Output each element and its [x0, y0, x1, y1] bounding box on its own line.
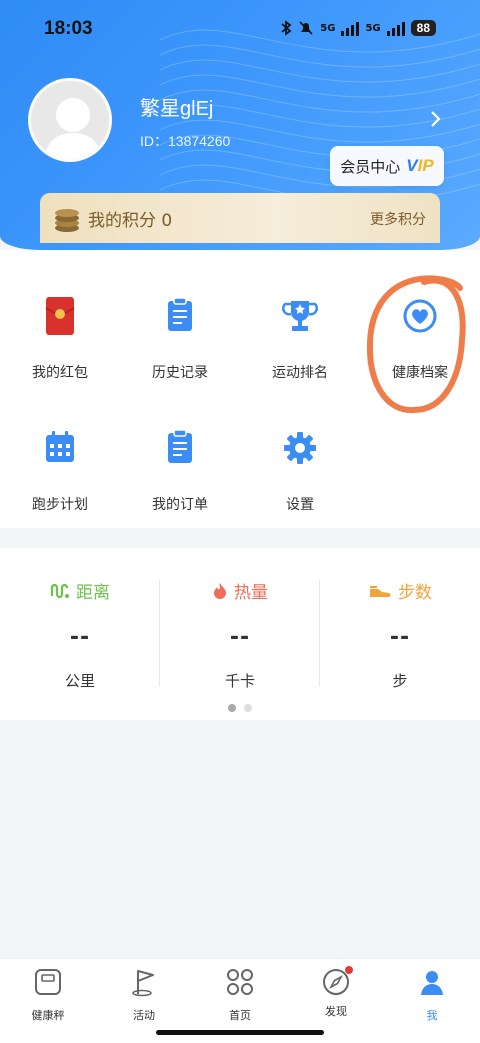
page-dot-active[interactable] — [228, 704, 236, 712]
battery-icon: 88 — [410, 20, 436, 36]
grid-item-ranking[interactable]: 运动排名 — [240, 296, 360, 382]
grid-item-label: 跑步计划 — [32, 497, 88, 513]
stat-title: 距离 — [76, 583, 110, 603]
tab-home[interactable]: 首页 — [192, 967, 288, 1023]
stats-card: 距离 -- 公里 热量 -- 千卡 步数 -- 步 — [0, 548, 480, 720]
grid-item-history[interactable]: 历史记录 — [120, 296, 240, 382]
notification-dot — [345, 966, 353, 974]
grid-item-label: 设置 — [286, 497, 314, 513]
trophy-icon — [282, 301, 318, 331]
username: 繁星glEj — [140, 98, 214, 120]
vip-badge: VIP — [406, 156, 433, 176]
chevron-right-icon[interactable] — [428, 109, 444, 129]
bluetooth-icon — [281, 20, 292, 36]
compass-icon-wrap — [321, 966, 353, 997]
grid-item-label: 我的订单 — [152, 497, 208, 513]
vip-center-button[interactable]: 会员中心 VIP — [330, 146, 444, 186]
stat-value: -- — [229, 625, 251, 650]
mute-bell-icon — [299, 21, 313, 35]
grid-item-settings[interactable]: 设置 — [240, 428, 360, 514]
user-id: ID：13874260 — [140, 133, 231, 149]
more-points-link[interactable]: 更多积分 — [370, 209, 426, 229]
profile-header: 18:03 5G 5G 88 繁星glEj ID：13874260 会员中心 V… — [0, 0, 480, 250]
stat-head: 步数 — [320, 578, 480, 603]
avatar[interactable] — [28, 78, 112, 162]
grid-item-label: 历史记录 — [152, 365, 208, 381]
vip-center-label: 会员中心 — [340, 157, 401, 176]
signal-5g-label-2: 5G — [365, 22, 381, 34]
stat-head: 距离 — [0, 578, 160, 603]
tab-activity[interactable]: 活动 — [96, 967, 192, 1023]
flag-icon — [132, 970, 154, 997]
tab-me[interactable]: 我 — [384, 967, 480, 1023]
route-icon — [50, 583, 69, 598]
status-icons: 5G 5G 88 — [280, 20, 436, 36]
stat-calories: 热量 -- 千卡 — [160, 578, 320, 691]
status-time: 18:03 — [44, 18, 93, 39]
signal-bars-2-icon — [386, 20, 405, 36]
points-label: 我的积分 0 — [88, 211, 173, 231]
stat-head: 热量 — [160, 578, 320, 603]
page-dot[interactable] — [244, 704, 252, 712]
page-indicator — [0, 704, 480, 712]
stat-title: 热量 — [234, 583, 268, 603]
red-envelope-icon — [45, 297, 75, 335]
grid-item-red-envelope[interactable]: 我的红包 — [0, 296, 120, 382]
default-avatar-icon — [43, 98, 103, 159]
scale-icon — [35, 969, 61, 995]
tab-discover[interactable]: 发现 — [288, 966, 384, 1019]
grid-icon — [227, 969, 253, 995]
grid-item-label: 我的红包 — [32, 365, 88, 381]
flame-icon — [214, 582, 226, 599]
stat-steps: 步数 -- 步 — [320, 578, 480, 691]
points-bar[interactable]: 我的积分 0 更多积分 — [40, 193, 440, 243]
grid-item-running-plan[interactable]: 跑步计划 — [0, 428, 120, 514]
calendar-icon — [46, 431, 74, 462]
stat-value: -- — [389, 625, 411, 650]
tab-scale[interactable]: 健康秤 — [0, 967, 96, 1023]
signal-5g-label-1: 5G — [320, 22, 336, 34]
grid-item-label: 运动排名 — [272, 365, 328, 381]
vip-badge-v: V — [406, 156, 418, 175]
stat-value: -- — [69, 625, 91, 650]
status-bar: 18:03 5G 5G 88 — [0, 18, 480, 48]
shoe-icon — [370, 585, 391, 597]
tab-label: 发现 — [325, 1005, 347, 1018]
coins-icon — [55, 209, 79, 232]
gear-icon — [284, 432, 316, 464]
clipboard-icon — [168, 297, 192, 331]
stat-unit: 千卡 — [224, 672, 255, 690]
tab-label: 首页 — [229, 1009, 251, 1022]
grid-item-orders[interactable]: 我的订单 — [120, 428, 240, 514]
vip-badge-ip: IP — [417, 156, 434, 175]
signal-bars-1-icon — [341, 20, 360, 36]
stat-unit: 公里 — [64, 672, 95, 690]
stat-distance: 距离 -- 公里 — [0, 578, 160, 691]
annotation-circle — [366, 275, 466, 414]
stat-unit: 步 — [392, 672, 408, 690]
stat-title: 步数 — [398, 583, 432, 603]
tab-label: 活动 — [133, 1009, 155, 1022]
person-icon — [421, 971, 443, 995]
tab-label: 我 — [426, 1009, 438, 1022]
tab-label: 健康秤 — [31, 1009, 65, 1022]
home-indicator — [156, 1030, 324, 1035]
order-clipboard-icon — [168, 429, 192, 463]
